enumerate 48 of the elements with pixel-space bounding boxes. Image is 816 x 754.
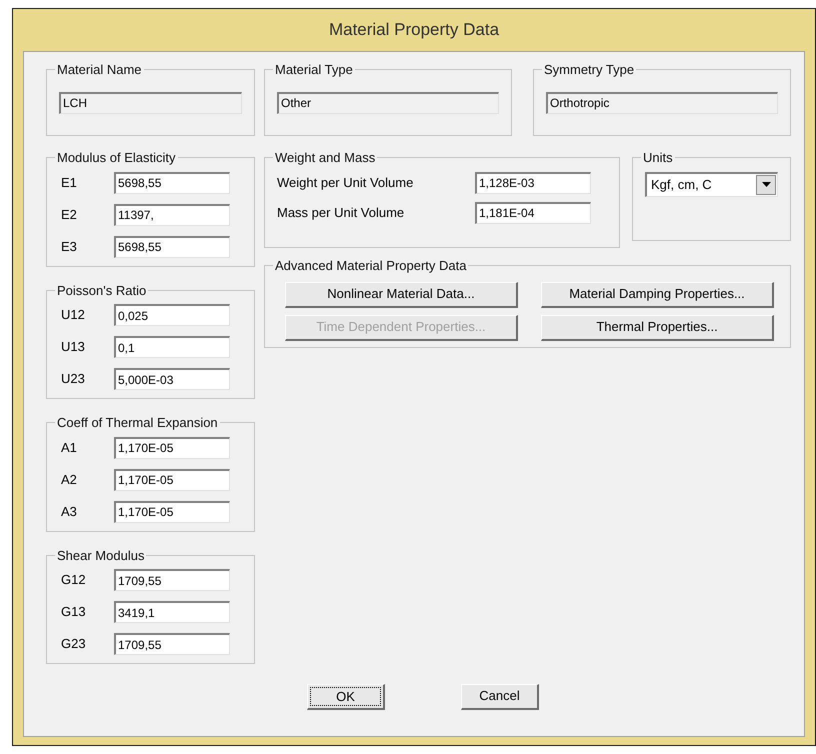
units-dropdown[interactable]: Kgf, cm, C	[645, 172, 778, 196]
field-label: E1	[60, 174, 78, 192]
field-label: E3	[60, 238, 78, 256]
field-label: G23	[60, 635, 87, 654]
field-label: G13	[60, 603, 87, 622]
field-label: G12	[60, 571, 87, 590]
input-field[interactable]: 0,1	[114, 336, 230, 358]
property-button[interactable]: Nonlinear Material Data...	[285, 282, 518, 308]
input-field[interactable]: Orthotropic	[546, 92, 778, 114]
dialog-button[interactable]: Cancel	[461, 684, 539, 710]
group-title: Weight and Mass	[274, 149, 376, 167]
field-label: Mass per Unit Volume	[277, 204, 406, 222]
group-title: Advanced Material Property Data	[274, 257, 468, 275]
input-field[interactable]: 1,128E-03	[475, 172, 591, 194]
input-field[interactable]: LCH	[59, 92, 242, 114]
input-field[interactable]: 1,181E-04	[475, 202, 591, 224]
field-label: A3	[60, 502, 78, 521]
field-label: Weight per Unit Volume	[277, 174, 414, 192]
input-field[interactable]: 5698,55	[114, 172, 230, 194]
input-field[interactable]: Other	[277, 92, 499, 114]
input-field[interactable]: 1709,55	[114, 633, 230, 655]
group-title: Modulus of Elasticity	[56, 149, 176, 167]
input-field[interactable]: 1709,55	[114, 569, 230, 591]
property-button[interactable]: Material Damping Properties...	[541, 282, 774, 308]
group-title: Poisson's Ratio	[56, 282, 148, 300]
group-title: Coeff of Thermal Expansion	[56, 414, 219, 432]
field-label: U13	[60, 338, 86, 356]
field-label: U23	[60, 370, 86, 388]
input-field[interactable]: 0,025	[114, 304, 230, 326]
group-title: Material Type	[274, 61, 354, 79]
field-label: E2	[60, 206, 78, 224]
group-title: Material Name	[56, 61, 143, 79]
group-title: Symmetry Type	[543, 61, 636, 79]
dialog-button[interactable]: OK	[307, 684, 385, 710]
group-title: Shear Modulus	[56, 546, 146, 564]
property-button[interactable]: Thermal Properties...	[541, 314, 774, 340]
window-title: Material Property Data	[328, 19, 500, 42]
input-field[interactable]: 1,170E-05	[114, 468, 230, 490]
input-field[interactable]: 11397,	[114, 204, 230, 226]
input-field[interactable]: 3419,1	[114, 601, 230, 623]
input-field[interactable]: 5698,55	[114, 236, 230, 258]
input-field[interactable]: 5,000E-03	[114, 368, 230, 390]
field-label: A2	[60, 470, 78, 489]
field-label: U12	[60, 306, 86, 324]
group-title: Units	[642, 149, 674, 167]
input-field[interactable]: 1,170E-05	[114, 500, 230, 522]
input-field[interactable]: 1,170E-05	[114, 436, 230, 458]
field-label: A1	[60, 438, 78, 457]
